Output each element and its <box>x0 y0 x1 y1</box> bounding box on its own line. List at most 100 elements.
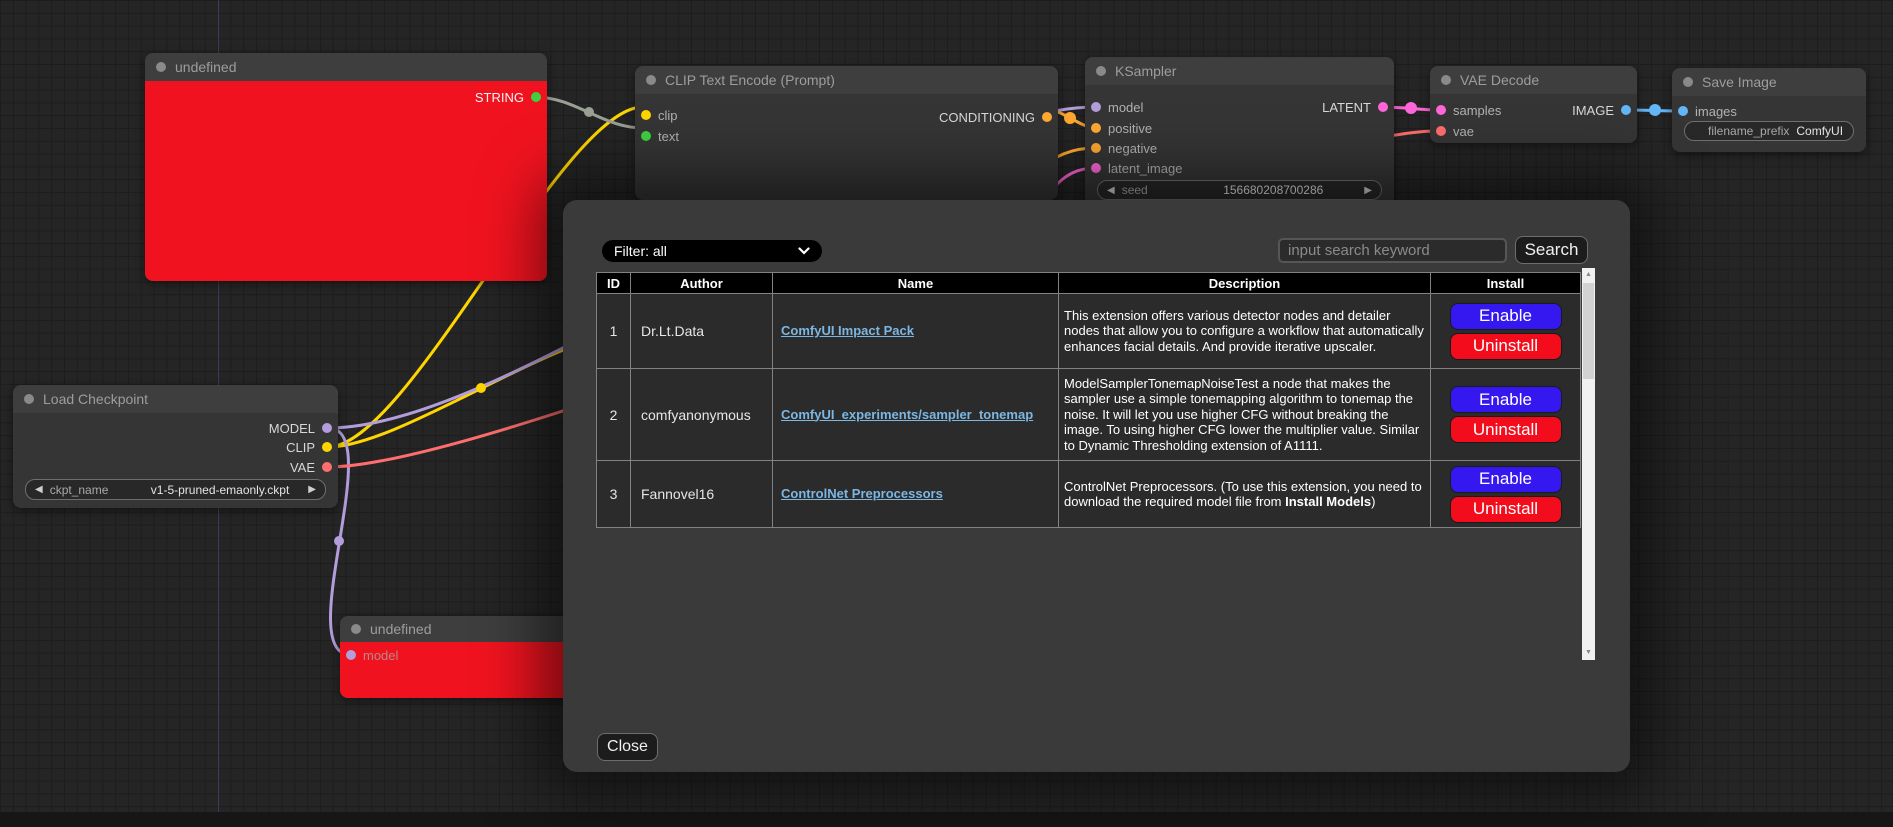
cell-author: Dr.Lt.Data <box>631 294 773 369</box>
input-slot-model[interactable]: model <box>1091 99 1143 115</box>
widget-value: 156680208700286 <box>1223 183 1323 197</box>
slot-label: samples <box>1453 103 1501 118</box>
output-slot-clip[interactable]: CLIP <box>286 439 332 455</box>
output-slot-string[interactable]: STRING <box>475 89 541 105</box>
filename-prefix-widget[interactable]: filename_prefix ComfyUI <box>1684 121 1854 141</box>
table-row: 2 comfyanonymous ComfyUI_experiments/sam… <box>597 369 1581 461</box>
link-midpoint-dot <box>584 107 594 117</box>
extension-link[interactable]: ComfyUI Impact Pack <box>781 323 914 338</box>
node-title-bar[interactable]: KSampler <box>1085 57 1394 85</box>
extension-link[interactable]: ControlNet Preprocessors <box>781 486 943 501</box>
search-button[interactable]: Search <box>1515 236 1588 264</box>
widget-label: ckpt_name <box>50 483 109 497</box>
output-slot-conditioning[interactable]: CONDITIONING <box>939 109 1052 125</box>
node-body: clip text CONDITIONING <box>635 94 1058 200</box>
input-slot-images[interactable]: images <box>1678 103 1737 119</box>
collapse-dot-icon[interactable] <box>1096 66 1106 76</box>
table-row: 1 Dr.Lt.Data ComfyUI Impact Pack This ex… <box>597 294 1581 369</box>
node-vae-decode[interactable]: VAE Decode samples vae IMAGE <box>1430 66 1637 143</box>
node-title-bar[interactable]: Load Checkpoint <box>13 385 338 413</box>
cell-description: ControlNet Preprocessors. (To use this e… <box>1059 461 1431 528</box>
next-arrow-icon[interactable]: ▶ <box>308 484 316 495</box>
input-slot-model[interactable]: model <box>346 647 398 663</box>
node-title-bar[interactable]: CLIP Text Encode (Prompt) <box>635 66 1058 94</box>
node-load-checkpoint[interactable]: Load Checkpoint MODEL CLIP VAE ◀ ckpt_na… <box>13 385 338 508</box>
slot-label: vae <box>1453 124 1474 139</box>
input-slot-clip[interactable]: clip <box>641 107 678 123</box>
col-header-author: Author <box>631 273 773 294</box>
uninstall-button[interactable]: Uninstall <box>1450 496 1562 523</box>
slot-label: VAE <box>290 460 315 475</box>
cell-install: Enable Uninstall <box>1431 461 1581 528</box>
close-button[interactable]: Close <box>597 733 658 761</box>
output-pin-icon[interactable] <box>1621 105 1631 115</box>
input-pin-icon[interactable] <box>1091 102 1101 112</box>
scroll-up-arrow-icon[interactable]: ▲ <box>1582 268 1595 282</box>
output-slot-image[interactable]: IMAGE <box>1572 102 1631 118</box>
enable-button[interactable]: Enable <box>1450 386 1562 413</box>
output-pin-icon[interactable] <box>322 423 332 433</box>
input-slot-negative[interactable]: negative <box>1091 140 1157 156</box>
increment-arrow-icon[interactable]: ▶ <box>1364 185 1372 196</box>
description-bold-text: Install Models <box>1285 494 1371 509</box>
cell-id: 3 <box>597 461 631 528</box>
node-save-image[interactable]: Save Image images filename_prefix ComfyU… <box>1672 68 1866 152</box>
node-ksampler[interactable]: KSampler model positive negative latent_… <box>1085 57 1394 207</box>
slot-label: model <box>363 648 398 663</box>
output-slot-vae[interactable]: VAE <box>290 459 332 475</box>
input-slot-text[interactable]: text <box>641 128 679 144</box>
ckpt-name-widget[interactable]: ◀ ckpt_name v1-5-pruned-emaonly.ckpt ▶ <box>25 479 326 500</box>
extension-link[interactable]: ComfyUI_experiments/sampler_tonemap <box>781 407 1033 422</box>
node-clip-text-encode[interactable]: CLIP Text Encode (Prompt) clip text COND… <box>635 66 1058 200</box>
decrement-arrow-icon[interactable]: ◀ <box>1107 185 1115 196</box>
output-pin-icon[interactable] <box>322 462 332 472</box>
input-pin-icon[interactable] <box>1091 143 1101 153</box>
input-pin-icon[interactable] <box>641 131 651 141</box>
node-undefined-top[interactable]: undefined STRING <box>145 53 547 281</box>
input-pin-icon[interactable] <box>1678 106 1688 116</box>
collapse-dot-icon[interactable] <box>156 62 166 72</box>
collapse-dot-icon[interactable] <box>646 75 656 85</box>
input-slot-vae[interactable]: vae <box>1436 123 1474 139</box>
output-pin-icon[interactable] <box>531 92 541 102</box>
input-pin-icon[interactable] <box>1091 123 1101 133</box>
cell-author: Fannovel16 <box>631 461 773 528</box>
scrollbar-thumb[interactable] <box>1583 283 1594 379</box>
previous-arrow-icon[interactable]: ◀ <box>35 484 43 495</box>
input-pin-icon[interactable] <box>1091 163 1101 173</box>
input-pin-icon[interactable] <box>641 110 651 120</box>
slot-label: clip <box>658 108 678 123</box>
node-body: MODEL CLIP VAE ◀ ckpt_name v1-5-pruned-e… <box>13 413 338 508</box>
output-slot-latent[interactable]: LATENT <box>1322 99 1388 115</box>
link-midpoint-dot <box>1405 102 1417 114</box>
search-input[interactable] <box>1278 238 1507 263</box>
enable-button[interactable]: Enable <box>1450 466 1562 493</box>
comfyui-canvas[interactable]: undefined STRING CLIP Text Encode (Promp… <box>0 0 1893 827</box>
enable-button[interactable]: Enable <box>1450 303 1562 330</box>
node-title-bar[interactable]: Save Image <box>1672 68 1866 96</box>
input-slot-samples[interactable]: samples <box>1436 102 1501 118</box>
uninstall-button[interactable]: Uninstall <box>1450 416 1562 443</box>
table-scrollbar[interactable]: ▲ ▼ <box>1582 268 1595 660</box>
node-title-bar[interactable]: undefined <box>145 53 547 81</box>
output-pin-icon[interactable] <box>1042 112 1052 122</box>
collapse-dot-icon[interactable] <box>24 394 34 404</box>
output-pin-icon[interactable] <box>1378 102 1388 112</box>
input-pin-icon[interactable] <box>1436 126 1446 136</box>
input-pin-icon[interactable] <box>1436 105 1446 115</box>
output-pin-icon[interactable] <box>322 442 332 452</box>
seed-widget[interactable]: ◀ seed 156680208700286 ▶ <box>1097 180 1382 200</box>
output-slot-model[interactable]: MODEL <box>269 420 332 436</box>
input-pin-icon[interactable] <box>346 650 356 660</box>
input-slot-latent-image[interactable]: latent_image <box>1091 160 1182 176</box>
collapse-dot-icon[interactable] <box>1683 77 1693 87</box>
uninstall-button[interactable]: Uninstall <box>1450 333 1562 360</box>
filter-select[interactable]: Filter: all <box>602 240 822 262</box>
collapse-dot-icon[interactable] <box>1441 75 1451 85</box>
input-slot-positive[interactable]: positive <box>1091 120 1152 136</box>
widget-value: v1-5-pruned-emaonly.ckpt <box>151 483 290 497</box>
node-title-bar[interactable]: VAE Decode <box>1430 66 1637 94</box>
node-title: Save Image <box>1702 74 1777 90</box>
scroll-down-arrow-icon[interactable]: ▼ <box>1582 646 1595 660</box>
collapse-dot-icon[interactable] <box>351 624 361 634</box>
